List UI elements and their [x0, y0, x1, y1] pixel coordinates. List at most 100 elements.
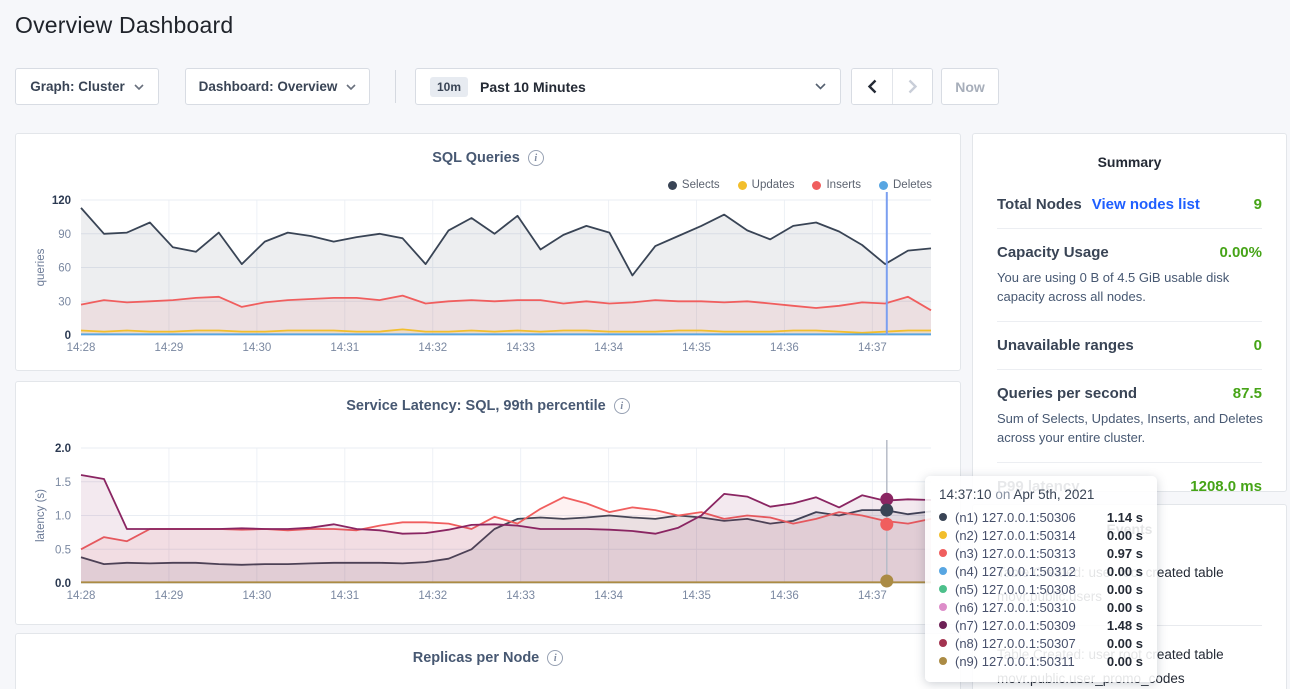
chart-hover-tooltip: 14:37:10 on Apr 5th, 2021 (n1) 127.0.0.1…: [925, 476, 1157, 682]
tooltip-row: (n4) 127.0.0.1:50312 0.00 s: [939, 562, 1143, 580]
sql-queries-chart-card: SQL Queries i SelectsUpdatesInsertsDelet…: [15, 133, 961, 371]
tooltip-node-latency: 1.14 s: [1107, 510, 1143, 525]
tooltip-node-latency: 0.00 s: [1107, 564, 1143, 579]
tooltip-on-text: on: [995, 487, 1010, 502]
dashboard-dropdown-label: Dashboard: Overview: [199, 79, 338, 94]
queries-per-second-value: 87.5: [1233, 385, 1262, 402]
dashboard-dropdown[interactable]: Dashboard: Overview: [185, 68, 370, 105]
svg-text:14:33: 14:33: [506, 590, 535, 602]
tooltip-rows: (n1) 127.0.0.1:503061.14 s(n2) 127.0.0.1…: [939, 508, 1143, 670]
node-color-dot-icon: [939, 513, 947, 521]
tooltip-node-address: (n5) 127.0.0.1:50308: [955, 582, 1099, 597]
tooltip-node-latency: 0.97 s: [1107, 546, 1143, 561]
tooltip-node-address: (n1) 127.0.0.1:50306: [955, 510, 1099, 525]
tooltip-row: (n1) 127.0.0.1:50306 1.14 s: [939, 508, 1143, 526]
svg-text:14:31: 14:31: [330, 590, 359, 602]
svg-text:14:34: 14:34: [594, 342, 623, 354]
time-range-badge: 10m: [430, 77, 468, 97]
summary-divider: [997, 228, 1262, 229]
tooltip-node-address: (n9) 127.0.0.1:50311: [955, 654, 1099, 669]
svg-text:14:35: 14:35: [682, 590, 711, 602]
svg-text:14:32: 14:32: [418, 342, 447, 354]
tooltip-node-latency: 0.00 s: [1107, 528, 1143, 543]
service-latency-chart[interactable]: 14:2814:2914:3014:3114:3214:3314:3414:35…: [16, 382, 962, 626]
svg-text:14:30: 14:30: [242, 342, 271, 354]
svg-text:14:34: 14:34: [594, 590, 623, 602]
view-nodes-list-link[interactable]: View nodes list: [1092, 196, 1200, 213]
tooltip-node-latency: 1.48 s: [1107, 618, 1143, 633]
time-next-button[interactable]: [892, 69, 932, 104]
tooltip-timestamp: 14:37:10 on Apr 5th, 2021: [939, 487, 1143, 502]
svg-text:14:28: 14:28: [67, 342, 96, 354]
svg-text:14:35: 14:35: [682, 342, 711, 354]
tooltip-node-address: (n7) 127.0.0.1:50309: [955, 618, 1099, 633]
tooltip-time: 14:37:10: [939, 487, 992, 502]
total-nodes-value: 9: [1254, 196, 1262, 213]
replicas-chart-title: Replicas per Node i: [16, 650, 960, 666]
time-range-label: Past 10 Minutes: [480, 79, 803, 95]
graph-dropdown[interactable]: Graph: Cluster: [15, 68, 159, 105]
chart-title-text: Replicas per Node: [413, 650, 540, 666]
summary-heading: Summary: [997, 154, 1262, 170]
tooltip-node-latency: 0.00 s: [1107, 582, 1143, 597]
svg-text:1.0: 1.0: [55, 511, 71, 523]
chevron-down-icon: [815, 83, 826, 90]
replicas-per-node-chart-card: Replicas per Node i: [15, 633, 961, 689]
tooltip-node-address: (n6) 127.0.0.1:50310: [955, 600, 1099, 615]
svg-text:90: 90: [58, 229, 71, 241]
chevron-down-icon: [134, 84, 144, 90]
queries-per-second-label: Queries per second: [997, 385, 1137, 402]
tooltip-row: (n5) 127.0.0.1:50308 0.00 s: [939, 580, 1143, 598]
svg-text:2.0: 2.0: [55, 443, 71, 455]
svg-text:0.5: 0.5: [55, 544, 71, 556]
tooltip-node-address: (n8) 127.0.0.1:50307: [955, 636, 1099, 651]
unavailable-ranges-value: 0: [1254, 337, 1262, 354]
tooltip-date: Apr 5th, 2021: [1013, 487, 1094, 502]
svg-text:120: 120: [52, 195, 71, 207]
svg-text:14:37: 14:37: [858, 590, 887, 602]
node-color-dot-icon: [939, 549, 947, 557]
summary-panel: Summary Total Nodes View nodes list 9 Ca…: [972, 133, 1287, 492]
time-range-picker[interactable]: 10m Past 10 Minutes: [415, 68, 841, 105]
chevron-right-icon: [908, 79, 918, 94]
capacity-usage-label: Capacity Usage: [997, 244, 1109, 261]
svg-text:14:36: 14:36: [770, 590, 799, 602]
queries-per-second-description: Sum of Selects, Updates, Inserts, and De…: [997, 409, 1267, 447]
capacity-usage-value: 0.00%: [1219, 244, 1262, 261]
total-nodes-label: Total Nodes: [997, 196, 1082, 213]
now-button[interactable]: Now: [941, 68, 999, 105]
time-prev-button[interactable]: [852, 69, 892, 104]
svg-text:1.5: 1.5: [55, 477, 71, 489]
svg-text:14:32: 14:32: [418, 590, 447, 602]
node-color-dot-icon: [939, 639, 947, 647]
node-color-dot-icon: [939, 657, 947, 665]
tooltip-row: (n6) 127.0.0.1:50310 0.00 s: [939, 598, 1143, 616]
controls-divider: [395, 70, 396, 103]
node-color-dot-icon: [939, 603, 947, 611]
time-step-buttons: [851, 68, 933, 105]
graph-dropdown-label: Graph: Cluster: [30, 79, 125, 94]
node-color-dot-icon: [939, 585, 947, 593]
svg-text:14:37: 14:37: [858, 342, 887, 354]
service-latency-chart-card: Service Latency: SQL, 99th percentile i …: [15, 381, 961, 625]
tooltip-node-address: (n3) 127.0.0.1:50313: [955, 546, 1099, 561]
tooltip-node-latency: 0.00 s: [1107, 636, 1143, 651]
tooltip-node-latency: 0.00 s: [1107, 654, 1143, 669]
chevron-left-icon: [867, 79, 877, 94]
svg-text:14:30: 14:30: [242, 590, 271, 602]
capacity-usage-description: You are using 0 B of 4.5 GiB usable disk…: [997, 268, 1267, 306]
info-icon[interactable]: i: [547, 650, 563, 666]
tooltip-node-address: (n2) 127.0.0.1:50314: [955, 528, 1099, 543]
tooltip-node-address: (n4) 127.0.0.1:50312: [955, 564, 1099, 579]
sql-queries-chart[interactable]: 14:2814:2914:3014:3114:3214:3314:3414:35…: [16, 134, 962, 372]
svg-text:14:29: 14:29: [155, 342, 184, 354]
tooltip-node-latency: 0.00 s: [1107, 600, 1143, 615]
tooltip-row: (n8) 127.0.0.1:50307 0.00 s: [939, 634, 1143, 652]
svg-text:queries: queries: [35, 248, 47, 286]
tooltip-row: (n2) 127.0.0.1:50314 0.00 s: [939, 526, 1143, 544]
summary-divider: [997, 462, 1262, 463]
svg-text:0.0: 0.0: [55, 578, 71, 590]
node-color-dot-icon: [939, 531, 947, 539]
svg-text:14:28: 14:28: [67, 590, 96, 602]
svg-text:latency (s): latency (s): [35, 489, 47, 542]
